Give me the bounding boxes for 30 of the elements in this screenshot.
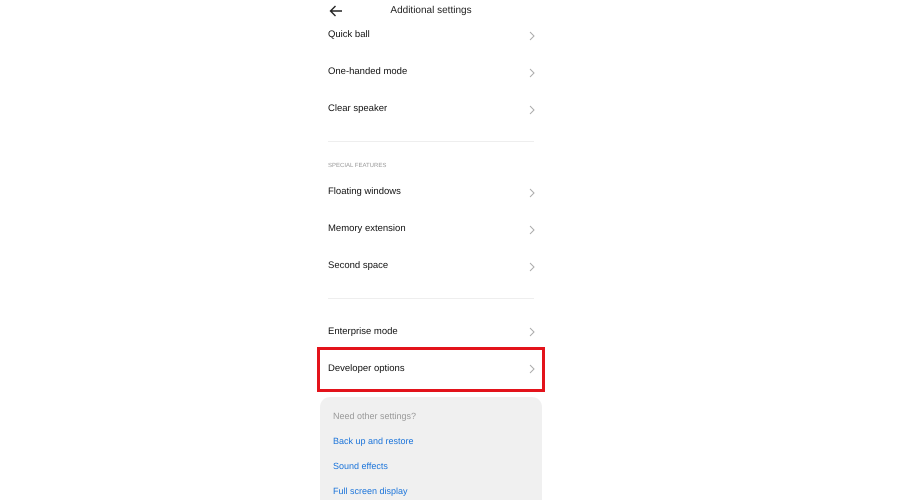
settings-link[interactable]: Full screen display	[333, 479, 408, 500]
card-title: Need other settings?	[333, 410, 416, 422]
row-label: One-handed mode	[328, 65, 408, 80]
chevron-icon	[529, 327, 535, 337]
row-label: Clear speaker	[328, 102, 388, 116]
chevron-icon	[529, 30, 535, 40]
settings-link[interactable]: Back up and restore	[333, 429, 414, 454]
settings-row[interactable]: Enterprise mode	[320, 314, 542, 350]
settings-row[interactable]: Second space	[320, 248, 542, 285]
chevron-icon	[529, 68, 535, 78]
row-label: Enterprise mode	[328, 324, 398, 339]
row-label: Memory extension	[328, 222, 406, 236]
row-label: Second space	[328, 259, 388, 274]
settings-row[interactable]: Clear speaker	[320, 91, 542, 128]
row-label: Floating windows	[328, 185, 401, 200]
row-label: Developer options	[328, 362, 405, 376]
chevron-icon	[529, 224, 535, 234]
chevron-icon	[529, 364, 535, 374]
chevron-icon	[529, 262, 535, 272]
chevron-icon	[529, 104, 535, 114]
row-label: Quick ball	[328, 28, 370, 42]
settings-row[interactable]: Floating windows	[320, 174, 542, 211]
settings-link[interactable]: Sound effects	[333, 454, 388, 479]
chevron-icon	[529, 188, 535, 198]
screen-title: Additional settings	[390, 4, 472, 18]
settings-row[interactable]: Quick ball	[320, 17, 542, 54]
settings-row[interactable]: Developer options	[320, 350, 542, 388]
settings-row[interactable]: Memory extension	[320, 211, 542, 248]
settings-row[interactable]: One-handed mode	[320, 54, 542, 91]
back-icon[interactable]	[329, 5, 343, 17]
